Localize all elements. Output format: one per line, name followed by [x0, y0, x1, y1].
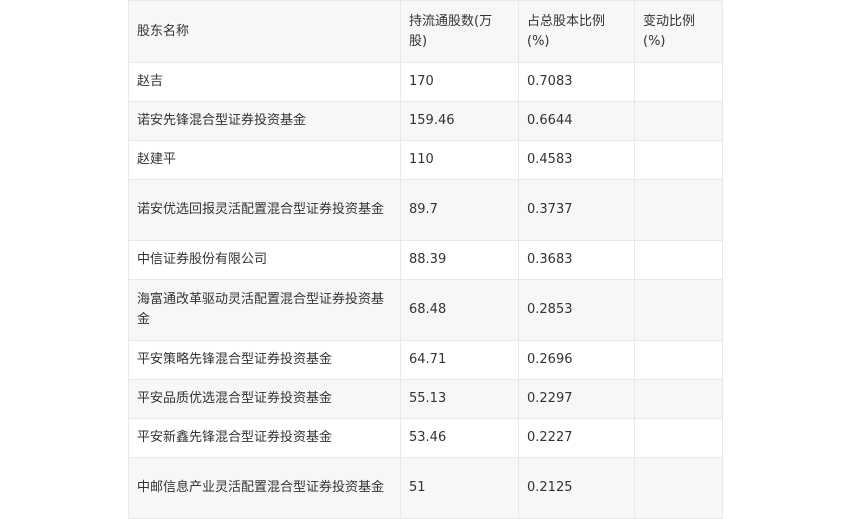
- cell-shares-held: 170: [400, 62, 519, 102]
- cell-shares-held: 51: [400, 457, 519, 519]
- cell-change-ratio: [634, 240, 723, 280]
- table-row: 赵吉 170 0.7083: [128, 62, 723, 102]
- cell-shareholder-name: 中信证券股份有限公司: [128, 240, 401, 280]
- cell-shareholder-name: 赵吉: [128, 62, 401, 102]
- cell-shares-held: 89.7: [400, 179, 519, 241]
- cell-share-ratio: 0.2227: [518, 418, 635, 458]
- cell-shares-held: 53.46: [400, 418, 519, 458]
- cell-change-ratio: [634, 101, 723, 141]
- cell-share-ratio: 0.6644: [518, 101, 635, 141]
- table-row: 海富通改革驱动灵活配置混合型证券投资基金 68.48 0.2853: [128, 279, 723, 341]
- cell-share-ratio: 0.2853: [518, 279, 635, 341]
- header-change-ratio: 变动比例(%): [634, 0, 723, 63]
- cell-share-ratio: 0.2125: [518, 457, 635, 519]
- table-row: 诺安优选回报灵活配置混合型证券投资基金 89.7 0.3737: [128, 179, 723, 241]
- cell-shareholder-name: 诺安先锋混合型证券投资基金: [128, 101, 401, 141]
- cell-share-ratio: 0.7083: [518, 62, 635, 102]
- table-row: 中邮信息产业灵活配置混合型证券投资基金 51 0.2125: [128, 457, 723, 519]
- cell-share-ratio: 0.3683: [518, 240, 635, 280]
- cell-shares-held: 110: [400, 140, 519, 180]
- cell-change-ratio: [634, 457, 723, 519]
- table-row: 中信证券股份有限公司 88.39 0.3683: [128, 240, 723, 280]
- header-shares-held: 持流通股数(万股): [400, 0, 519, 63]
- cell-shareholder-name: 中邮信息产业灵活配置混合型证券投资基金: [128, 457, 401, 519]
- cell-change-ratio: [634, 140, 723, 180]
- cell-shares-held: 88.39: [400, 240, 519, 280]
- cell-share-ratio: 0.2696: [518, 340, 635, 380]
- cell-change-ratio: [634, 179, 723, 241]
- cell-shares-held: 68.48: [400, 279, 519, 341]
- cell-shares-held: 159.46: [400, 101, 519, 141]
- cell-shareholder-name: 海富通改革驱动灵活配置混合型证券投资基金: [128, 279, 401, 341]
- cell-shares-held: 55.13: [400, 379, 519, 419]
- cell-shareholder-name: 平安新鑫先锋混合型证券投资基金: [128, 418, 401, 458]
- header-share-ratio: 占总股本比例(%): [518, 0, 635, 63]
- cell-change-ratio: [634, 418, 723, 458]
- shareholder-table: 股东名称 持流通股数(万股) 占总股本比例(%) 变动比例(%) 赵吉 170 …: [128, 0, 723, 519]
- table-row: 平安品质优选混合型证券投资基金 55.13 0.2297: [128, 379, 723, 419]
- cell-shareholder-name: 赵建平: [128, 140, 401, 180]
- cell-change-ratio: [634, 340, 723, 380]
- table-row: 平安新鑫先锋混合型证券投资基金 53.46 0.2227: [128, 418, 723, 458]
- cell-share-ratio: 0.2297: [518, 379, 635, 419]
- table-row: 平安策略先锋混合型证券投资基金 64.71 0.2696: [128, 340, 723, 380]
- cell-shareholder-name: 平安品质优选混合型证券投资基金: [128, 379, 401, 419]
- cell-share-ratio: 0.3737: [518, 179, 635, 241]
- cell-share-ratio: 0.4583: [518, 140, 635, 180]
- cell-shareholder-name: 平安策略先锋混合型证券投资基金: [128, 340, 401, 380]
- table-row: 赵建平 110 0.4583: [128, 140, 723, 180]
- table-header-row: 股东名称 持流通股数(万股) 占总股本比例(%) 变动比例(%): [128, 0, 723, 63]
- cell-change-ratio: [634, 379, 723, 419]
- cell-shareholder-name: 诺安优选回报灵活配置混合型证券投资基金: [128, 179, 401, 241]
- header-shareholder-name: 股东名称: [128, 0, 401, 63]
- cell-change-ratio: [634, 279, 723, 341]
- table-row: 诺安先锋混合型证券投资基金 159.46 0.6644: [128, 101, 723, 141]
- cell-change-ratio: [634, 62, 723, 102]
- cell-shares-held: 64.71: [400, 340, 519, 380]
- shareholder-table-container: 股东名称 持流通股数(万股) 占总股本比例(%) 变动比例(%) 赵吉 170 …: [128, 0, 723, 519]
